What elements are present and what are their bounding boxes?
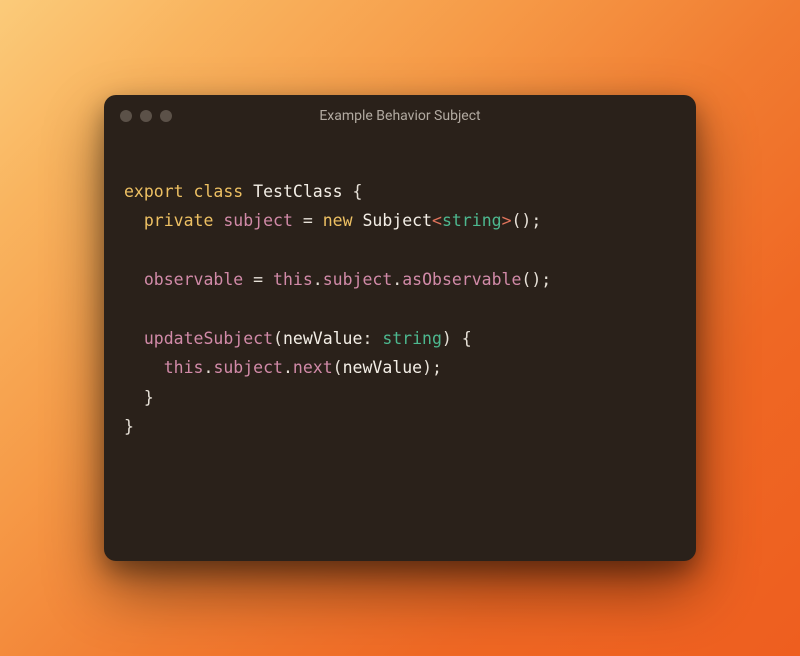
code-token: updateSubject <box>144 329 273 348</box>
code-token: ; <box>531 211 541 230</box>
code-token <box>124 358 164 377</box>
code-token: ( <box>333 358 343 377</box>
code-token: asObservable <box>402 270 521 289</box>
code-token: class <box>194 182 244 201</box>
code-token: newValue <box>343 358 422 377</box>
code-token: subject <box>323 270 393 289</box>
traffic-light-minimize-icon[interactable] <box>140 110 152 122</box>
code-token: ) <box>422 358 432 377</box>
code-token <box>243 182 253 201</box>
code-token <box>313 211 323 230</box>
traffic-light-zoom-icon[interactable] <box>160 110 172 122</box>
code-token: = <box>303 211 313 230</box>
code-token: . <box>313 270 323 289</box>
code-token: subject <box>213 358 283 377</box>
window-controls <box>120 110 172 122</box>
code-token: next <box>293 358 333 377</box>
code-token: string <box>382 329 442 348</box>
code-token <box>372 329 382 348</box>
window-title: Example Behavior Subject <box>104 108 696 124</box>
code-token: private <box>144 211 214 230</box>
traffic-light-close-icon[interactable] <box>120 110 132 122</box>
code-token <box>184 182 194 201</box>
code-token: observable <box>144 270 243 289</box>
code-token: { <box>353 182 363 201</box>
code-token: ) <box>442 329 452 348</box>
code-token <box>452 329 462 348</box>
code-token: } <box>124 417 134 436</box>
code-token: this <box>164 358 204 377</box>
code-token: subject <box>223 211 293 230</box>
code-token <box>263 270 273 289</box>
code-token <box>124 211 144 230</box>
code-token: . <box>204 358 214 377</box>
code-token: this <box>273 270 313 289</box>
code-token: () <box>512 211 532 230</box>
window-titlebar: Example Behavior Subject <box>104 95 696 137</box>
code-token <box>124 388 144 407</box>
code-token: ; <box>541 270 551 289</box>
code-token: . <box>392 270 402 289</box>
code-token <box>293 211 303 230</box>
code-token: export <box>124 182 184 201</box>
code-token: { <box>462 329 472 348</box>
code-token <box>213 211 223 230</box>
code-area: export class TestClass { private subject… <box>104 137 696 561</box>
code-token <box>124 270 144 289</box>
code-token: newValue <box>283 329 362 348</box>
code-token <box>243 270 253 289</box>
code-token: = <box>253 270 263 289</box>
code-token: } <box>144 388 154 407</box>
code-token: < <box>432 211 442 230</box>
code-token: () <box>521 270 541 289</box>
code-token: TestClass <box>253 182 342 201</box>
code-token: : <box>362 329 372 348</box>
code-token: > <box>502 211 512 230</box>
code-token <box>343 182 353 201</box>
code-block: export class TestClass { private subject… <box>124 177 676 441</box>
code-token: ; <box>432 358 442 377</box>
code-token <box>124 329 144 348</box>
code-window: Example Behavior Subject export class Te… <box>104 95 696 561</box>
code-token <box>353 211 363 230</box>
code-token: Subject <box>362 211 432 230</box>
code-token: . <box>283 358 293 377</box>
code-token: ( <box>273 329 283 348</box>
code-token: new <box>323 211 353 230</box>
code-token: string <box>442 211 502 230</box>
